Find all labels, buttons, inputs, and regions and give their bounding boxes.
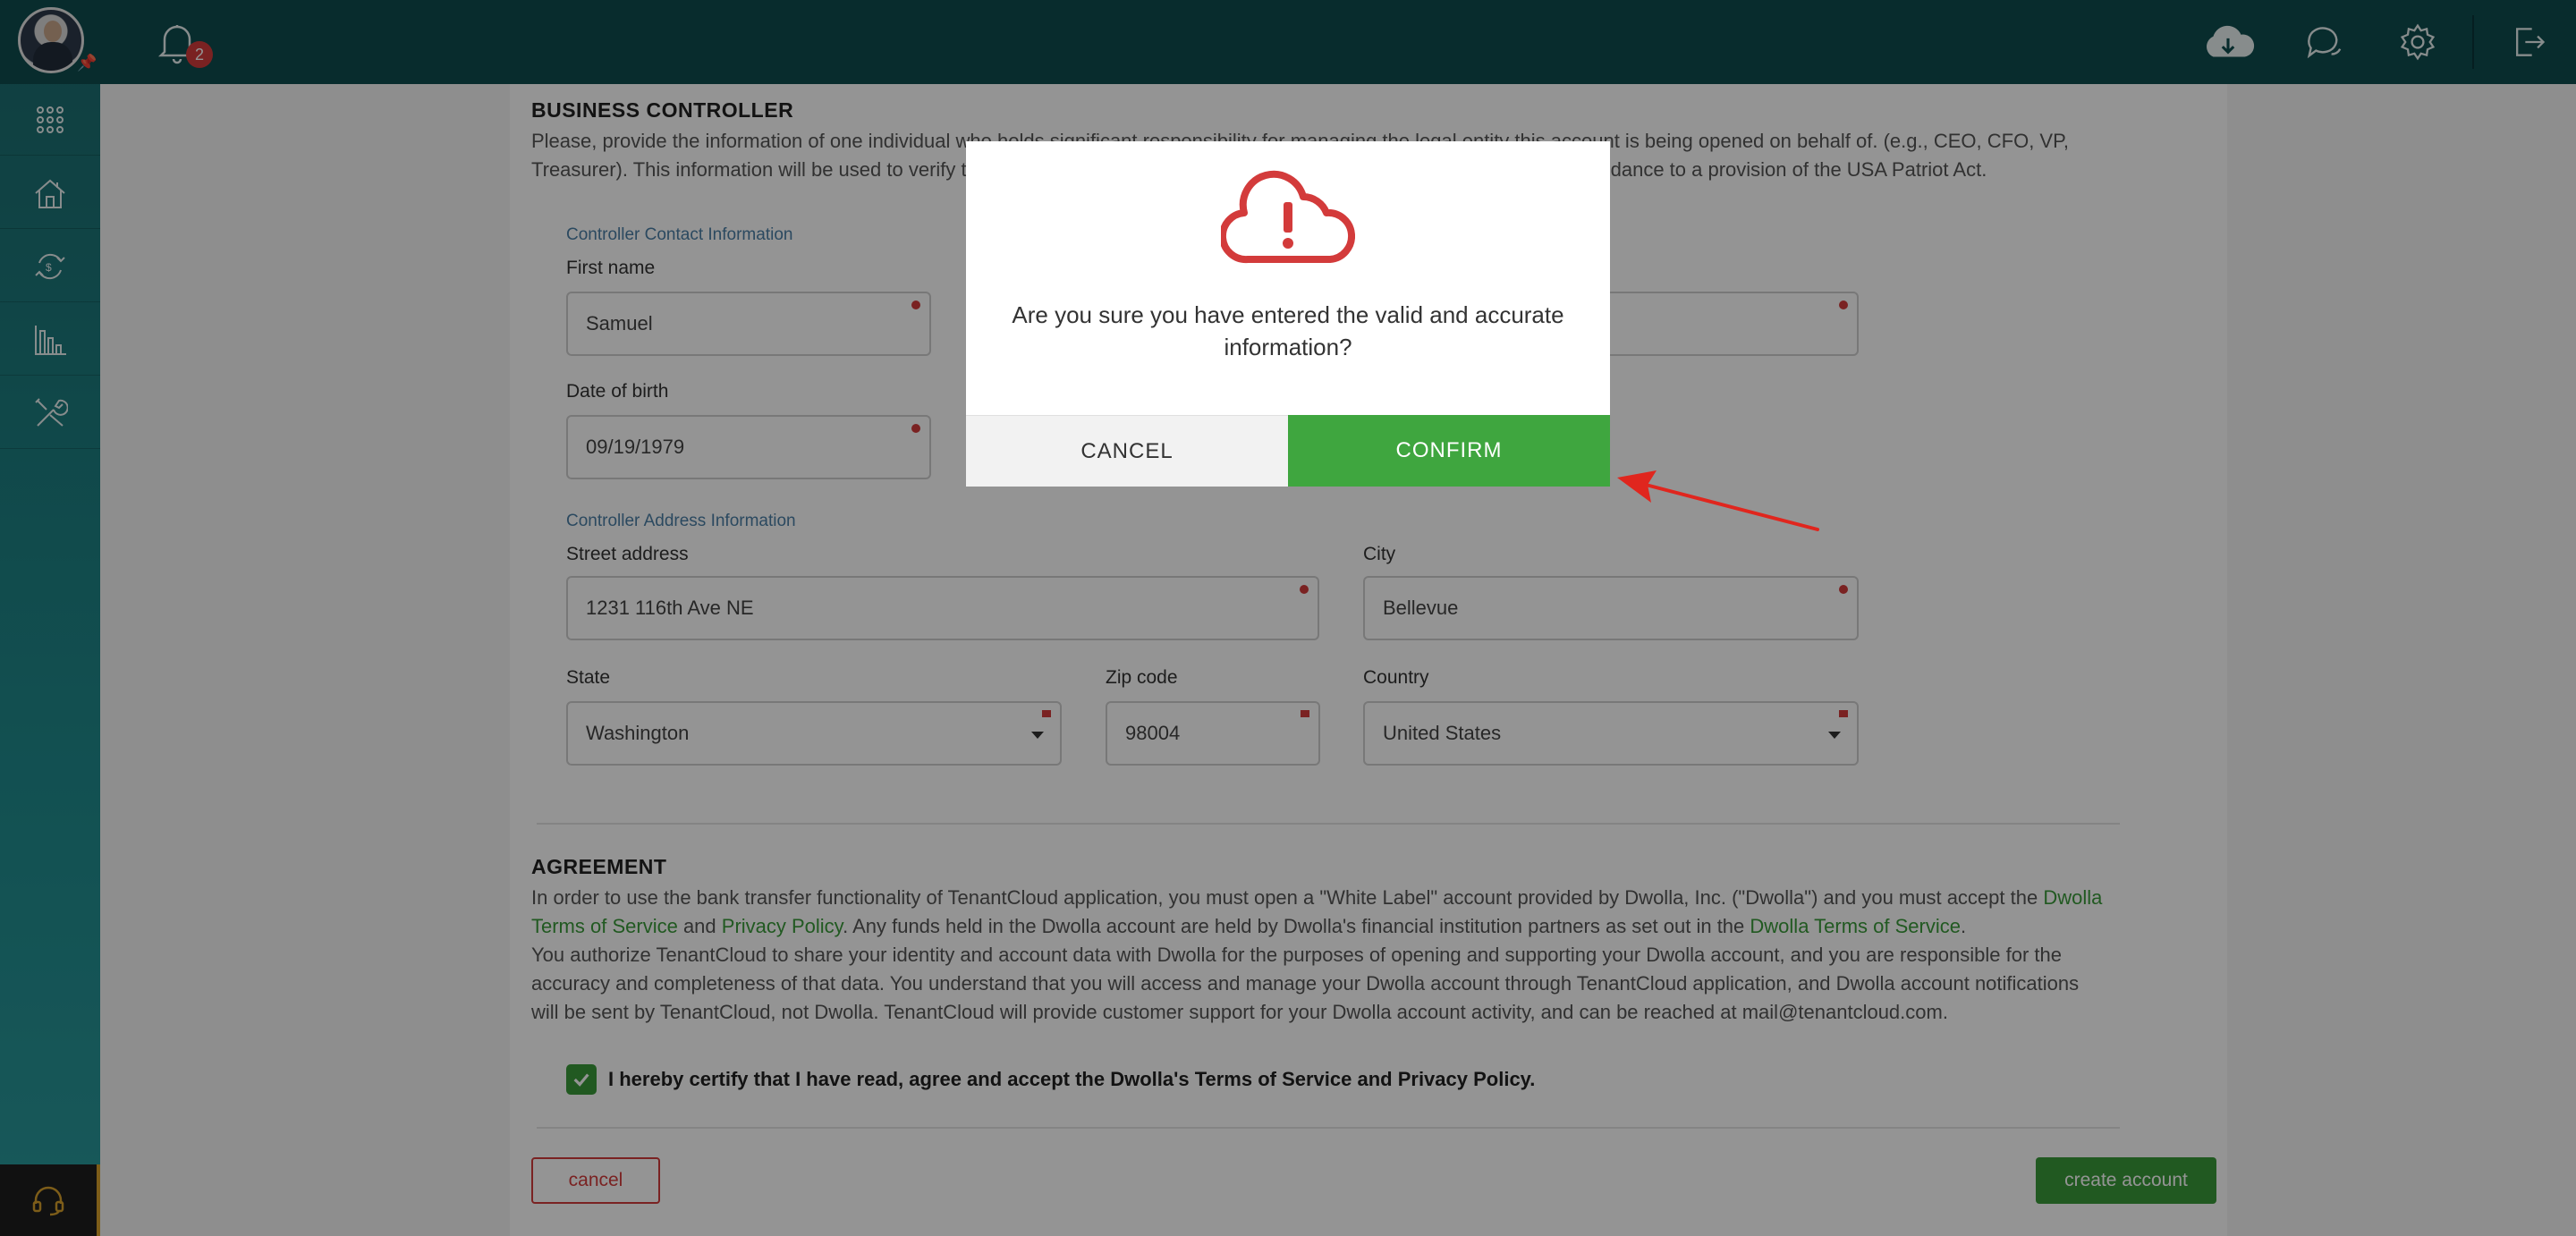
modal-cancel-button[interactable]: CANCEL (966, 415, 1288, 487)
confirm-dialog: Are you sure you have entered the valid … (966, 141, 1610, 487)
annotation-arrow-icon (1617, 470, 1819, 531)
modal-confirm-button[interactable]: CONFIRM (1288, 415, 1610, 487)
cloud-warning-icon (1221, 170, 1355, 264)
confirm-message: Are you sure you have entered the valid … (1012, 301, 1564, 360)
